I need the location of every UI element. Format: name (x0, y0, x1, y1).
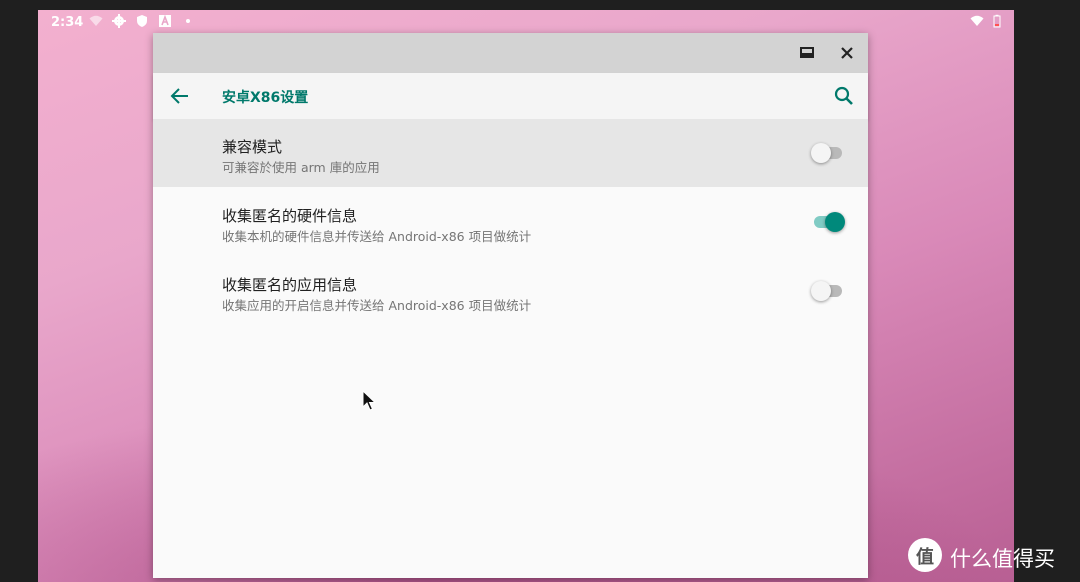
setting-summary: 收集本机的硬件信息并传送给 Android-x86 项目做统计 (222, 229, 532, 244)
wifi-icon (970, 15, 984, 26)
a-icon (159, 14, 171, 27)
setting-summary: 可兼容於使用 arm 庫的应用 (222, 160, 380, 175)
toggle-thumb (825, 212, 845, 232)
watermark-logo-icon: 值 (908, 538, 942, 572)
setting-title: 兼容模式 (222, 138, 283, 156)
setting-app-info[interactable]: 收集匿名的应用信息 收集应用的开启信息并传送给 Android-x86 项目做统… (153, 257, 868, 325)
settings-window: 安卓X86设置 兼容模式 可兼容於使用 arm 庫的应用 收集匿名的硬件信息 收… (153, 33, 868, 578)
window-titlebar[interactable] (153, 33, 868, 73)
hardware-info-toggle[interactable] (811, 212, 845, 232)
desktop-screen: 2:34 安卓X86设置 兼容模式 可兼容於使用 arm 庫的应用 收集匿名的硬… (38, 10, 1014, 582)
back-arrow-icon[interactable] (168, 84, 192, 108)
setting-compat-mode[interactable]: 兼容模式 可兼容於使用 arm 庫的应用 (153, 119, 868, 187)
close-icon[interactable] (835, 41, 859, 65)
status-time: 2:34 (51, 15, 84, 30)
toggle-thumb (811, 281, 831, 301)
status-bar: 2:34 (38, 10, 1014, 34)
toggle-thumb (811, 143, 831, 163)
gear-icon (112, 14, 126, 28)
compat-mode-toggle[interactable] (811, 143, 845, 163)
watermark-text: 什么值得买 (950, 547, 1055, 571)
setting-summary: 收集应用的开启信息并传送给 Android-x86 项目做统计 (222, 298, 532, 313)
maximize-icon[interactable] (795, 41, 819, 65)
mouse-cursor-icon (362, 390, 377, 411)
app-bar: 安卓X86设置 (153, 73, 868, 119)
battery-icon (993, 14, 1001, 28)
setting-hardware-info[interactable]: 收集匿名的硬件信息 收集本机的硬件信息并传送给 Android-x86 项目做统… (153, 188, 868, 256)
dot-icon (186, 19, 190, 23)
shield-icon (137, 15, 147, 27)
app-info-toggle[interactable] (811, 281, 845, 301)
app-title: 安卓X86设置 (222, 90, 309, 106)
search-icon[interactable] (832, 84, 856, 108)
wifi-icon (89, 15, 103, 26)
setting-title: 收集匿名的应用信息 (222, 276, 358, 294)
setting-title: 收集匿名的硬件信息 (222, 207, 358, 225)
